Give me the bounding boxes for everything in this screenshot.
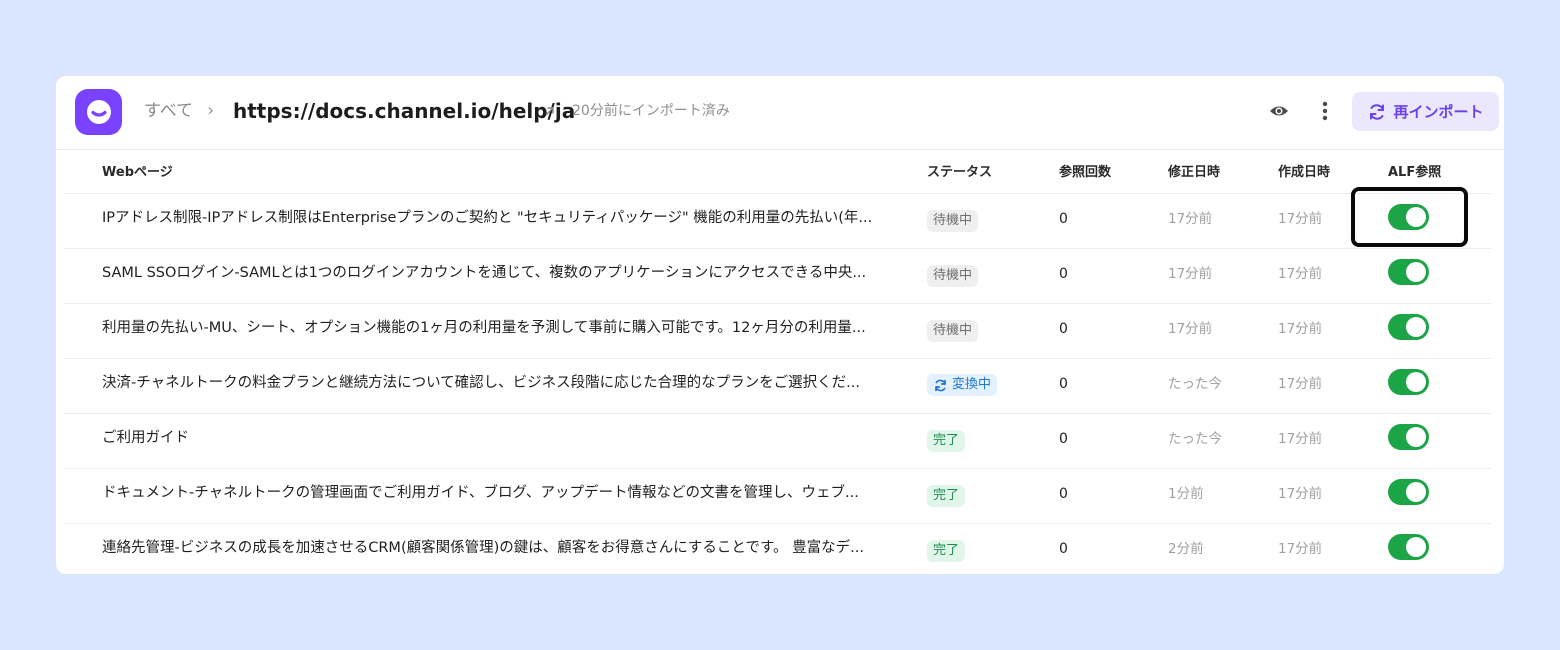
alf-reference-toggle[interactable] <box>1388 369 1429 395</box>
status-badge: 待機中 <box>927 265 979 287</box>
webpage-title[interactable]: SAML SSOログイン-SAMLとは1つのログインアカウントを通じて、複数のア… <box>102 263 914 283</box>
more-vertical-icon[interactable] <box>1314 99 1336 123</box>
modified-time: 1分前 <box>1168 486 1204 502</box>
table-row[interactable]: 連絡先管理-ビジネスの成長を加速させるCRM(顧客関係管理)の鍵は、顧客をお得意… <box>64 524 1492 574</box>
reference-count: 0 <box>1059 541 1068 557</box>
created-time: 17分前 <box>1278 376 1323 392</box>
refresh-icon <box>935 379 946 391</box>
table-row[interactable]: 決済-チャネルトークの料金プランと継続方法について確認し、ビジネス段階に応じた合… <box>64 359 1492 414</box>
reference-count: 0 <box>1059 266 1068 282</box>
created-time: 17分前 <box>1278 431 1323 447</box>
table-row[interactable]: ご利用ガイド 完了 0 たった今 17分前 <box>64 414 1492 469</box>
table-header: Webページ ステータス 参照回数 修正日時 作成日時 ALF参照 <box>64 150 1492 194</box>
status-badge: 完了 <box>927 430 966 452</box>
table-row[interactable]: ドキュメント-チャネルトークの管理画面でご利用ガイド、ブログ、アップデート情報な… <box>64 469 1492 524</box>
modified-time: 17分前 <box>1168 266 1213 282</box>
created-time: 17分前 <box>1278 321 1323 337</box>
status-badge: 待機中 <box>927 210 979 232</box>
external-link-icon[interactable] <box>543 104 557 118</box>
column-header-alf[interactable]: ALF参照 <box>1388 165 1441 181</box>
status-badge: 変換中 <box>927 374 998 396</box>
column-header-references[interactable]: 参照回数 <box>1059 165 1111 181</box>
alf-reference-toggle[interactable] <box>1388 204 1429 230</box>
column-header-created[interactable]: 作成日時 <box>1278 165 1330 181</box>
breadcrumb-all[interactable]: すべて <box>144 100 193 122</box>
column-header-status[interactable]: ステータス <box>927 165 992 181</box>
reference-count: 0 <box>1059 431 1068 447</box>
modified-time: 17分前 <box>1168 211 1213 227</box>
created-time: 17分前 <box>1278 541 1323 557</box>
created-time: 17分前 <box>1278 211 1323 227</box>
reference-count: 0 <box>1059 376 1068 392</box>
webpage-table: Webページ ステータス 参照回数 修正日時 作成日時 ALF参照 IPアドレス… <box>64 150 1492 574</box>
status-badge: 完了 <box>927 485 966 507</box>
alf-reference-toggle[interactable] <box>1388 259 1429 285</box>
webpage-title[interactable]: IPアドレス制限-IPアドレス制限はEnterpriseプランのご契約と "セキ… <box>102 208 914 228</box>
table-row[interactable]: SAML SSOログイン-SAMLとは1つのログインアカウントを通じて、複数のア… <box>64 249 1492 304</box>
created-time: 17分前 <box>1278 486 1323 502</box>
webpage-title[interactable]: 決済-チャネルトークの料金プランと継続方法について確認し、ビジネス段階に応じた合… <box>102 373 914 393</box>
refresh-icon <box>1370 103 1385 120</box>
alf-reference-toggle[interactable] <box>1388 534 1429 560</box>
import-status-text: 20分前にインポート済み <box>572 103 730 119</box>
eye-icon[interactable] <box>1268 100 1290 122</box>
channel-talk-logo-icon <box>75 89 122 135</box>
column-header-modified[interactable]: 修正日時 <box>1168 165 1220 181</box>
status-badge: 待機中 <box>927 320 979 342</box>
reference-count: 0 <box>1059 211 1068 227</box>
status-badge: 完了 <box>927 540 966 562</box>
reference-count: 0 <box>1059 486 1068 502</box>
modified-time: 2分前 <box>1168 541 1204 557</box>
panel-header: すべて › https://docs.channel.io/help/ja 20… <box>56 76 1504 150</box>
column-header-webpage[interactable]: Webページ <box>102 165 173 181</box>
breadcrumb-separator-icon: › <box>207 100 215 121</box>
alf-reference-toggle[interactable] <box>1388 424 1429 450</box>
table-row[interactable]: 利用量の先払い-MU、シート、オプション機能の1ヶ月の利用量を予測して事前に購入… <box>64 304 1492 359</box>
imported-site-panel: すべて › https://docs.channel.io/help/ja 20… <box>56 76 1504 574</box>
page-title-url: https://docs.channel.io/help/ja <box>233 99 576 123</box>
modified-time: 17分前 <box>1168 321 1213 337</box>
webpage-title[interactable]: ご利用ガイド <box>102 428 914 448</box>
webpage-title[interactable]: 連絡先管理-ビジネスの成長を加速させるCRM(顧客関係管理)の鍵は、顧客をお得意… <box>102 538 914 558</box>
created-time: 17分前 <box>1278 266 1323 282</box>
webpage-title[interactable]: ドキュメント-チャネルトークの管理画面でご利用ガイド、ブログ、アップデート情報な… <box>102 483 914 503</box>
modified-time: たった今 <box>1168 376 1222 392</box>
alf-reference-toggle[interactable] <box>1388 314 1429 340</box>
table-row[interactable]: IPアドレス制限-IPアドレス制限はEnterpriseプランのご契約と "セキ… <box>64 194 1492 249</box>
alf-reference-toggle[interactable] <box>1388 479 1429 505</box>
reference-count: 0 <box>1059 321 1068 337</box>
reimport-button[interactable]: 再インポート <box>1352 92 1499 131</box>
modified-time: たった今 <box>1168 431 1222 447</box>
webpage-title[interactable]: 利用量の先払い-MU、シート、オプション機能の1ヶ月の利用量を予測して事前に購入… <box>102 318 914 338</box>
reimport-label: 再インポート <box>1393 103 1484 121</box>
